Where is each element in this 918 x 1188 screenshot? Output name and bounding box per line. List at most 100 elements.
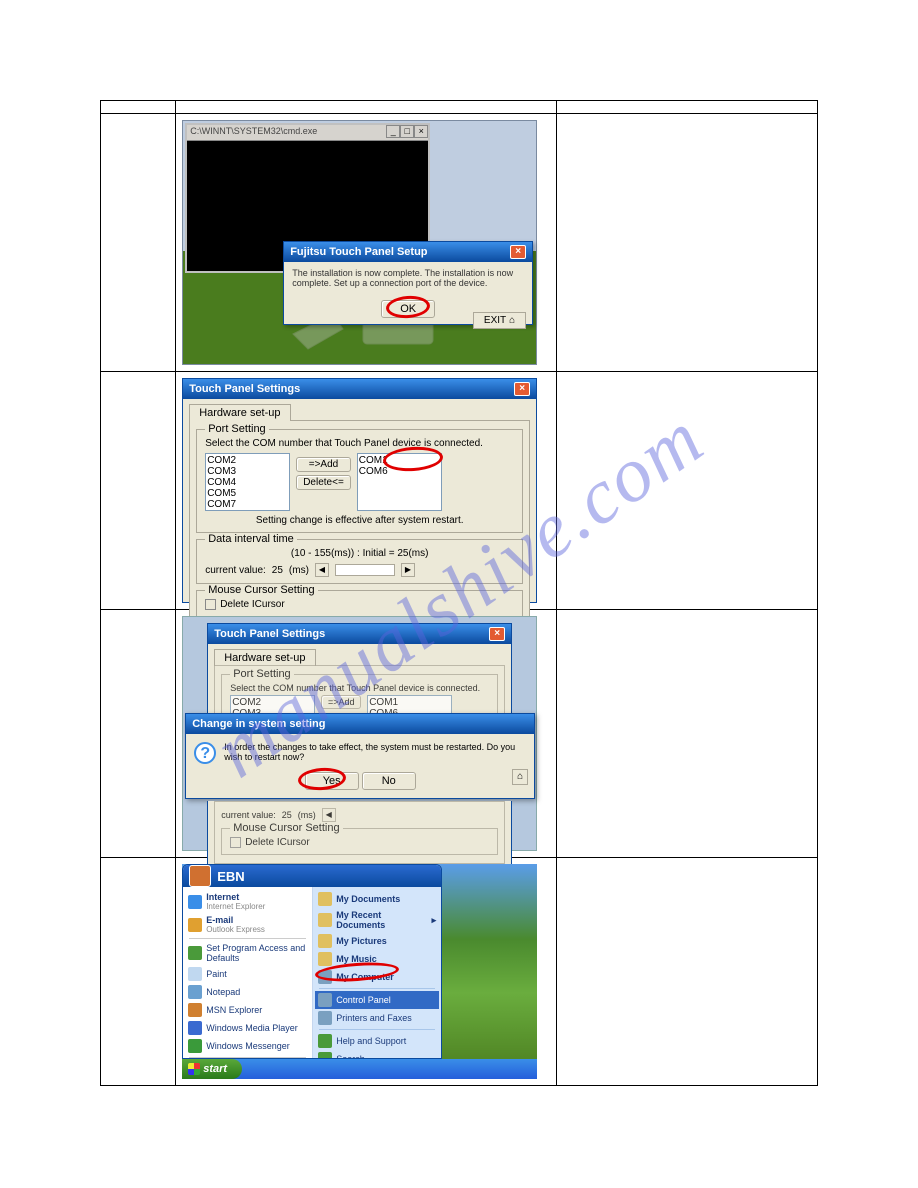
screenshot-start-menu: EBN InternetInternet ExplorerE-mailOutlo…: [182, 864, 537, 1079]
screenshot-cell: EBN InternetInternet ExplorerE-mailOutlo…: [176, 858, 557, 1086]
start-menu-item[interactable]: Paint: [185, 965, 310, 983]
home-icon[interactable]: ⌂: [512, 769, 528, 785]
yes-button[interactable]: Yes: [305, 772, 359, 790]
touch-panel-settings-window: Touch Panel Settings × Hardware set-up P…: [182, 378, 537, 603]
close-icon[interactable]: ×: [510, 245, 526, 259]
exit-button[interactable]: EXIT ⌂: [473, 312, 526, 329]
slider-right-icon[interactable]: ▶: [401, 563, 415, 577]
start-menu-item-control-panel[interactable]: Control Panel: [315, 991, 439, 1009]
delete-button[interactable]: Delete<=: [296, 475, 351, 490]
avatar: [189, 865, 211, 887]
tab-hardware-setup[interactable]: Hardware set-up: [214, 649, 315, 666]
folder-icon: [318, 934, 332, 948]
settings-panel: Port Setting Select the COM number that …: [189, 420, 530, 626]
current-label: current value:: [205, 565, 266, 576]
ok-button[interactable]: OK: [381, 300, 435, 318]
step-cell: [101, 372, 176, 610]
slider-left-icon[interactable]: ◀: [315, 563, 329, 577]
close-icon[interactable]: ×: [489, 627, 505, 641]
window-controls: _ □ ×: [386, 125, 428, 138]
delete-cursor-label: Delete ICursor: [220, 599, 284, 610]
home-icon: ⌂: [509, 315, 515, 326]
step-cell: [101, 114, 176, 372]
chevron-right-icon: ▸: [432, 915, 437, 926]
screenshot-cell: [176, 101, 557, 114]
start-menu: EBN InternetInternet ExplorerE-mailOutlo…: [182, 864, 442, 1059]
delete-cursor-checkbox[interactable]: [205, 599, 216, 610]
available-com-list[interactable]: COM2 COM3 COM4 COM5 COM7: [205, 453, 290, 511]
group-legend: Mouse Cursor Setting: [205, 584, 317, 596]
start-menu-item[interactable]: E-mailOutlook Express: [185, 913, 310, 936]
start-menu-item[interactable]: Search: [315, 1050, 439, 1059]
desc-cell: [557, 372, 818, 610]
group-legend: Mouse Cursor Setting: [230, 822, 342, 834]
screenshot-cell: Touch Panel Settings × Hardware set-up P…: [176, 372, 557, 610]
dialog-title: Touch Panel Settings: [189, 383, 300, 395]
start-menu-item[interactable]: InternetInternet Explorer: [185, 890, 310, 913]
step-cell: [101, 101, 176, 114]
start-menu-item[interactable]: My Documents: [315, 890, 439, 908]
port-instruction: Select the COM number that Touch Panel d…: [205, 438, 514, 449]
current-value: 25: [282, 810, 292, 820]
mouse-cursor-group: Mouse Cursor Setting Delete ICursor: [196, 590, 523, 617]
app-icon: [188, 1021, 202, 1035]
dialog-titlebar: Touch Panel Settings ×: [183, 379, 536, 399]
start-button[interactable]: start: [182, 1059, 242, 1079]
app-icon: [188, 895, 202, 909]
desc-cell: [557, 858, 818, 1086]
start-menu-item[interactable]: My Music: [315, 950, 439, 968]
app-icon: [188, 967, 202, 981]
dialog-title: Touch Panel Settings: [214, 628, 325, 640]
screenshot-cell: Touch Panel Settings × Hardware set-up P…: [176, 610, 557, 858]
dialog-titlebar: Fujitsu Touch Panel Setup ×: [284, 242, 532, 262]
start-menu-item[interactable]: My Computer: [315, 968, 439, 986]
system-restart-dialog: Change in system setting ? In order the …: [185, 713, 535, 799]
current-value: 25: [272, 565, 283, 576]
app-icon: [188, 985, 202, 999]
interval-range: (10 - 155(ms)) : Initial = 25(ms): [205, 548, 514, 559]
no-button[interactable]: No: [362, 772, 416, 790]
start-menu-item[interactable]: My Recent Documents▸: [315, 908, 439, 932]
delete-cursor-checkbox[interactable]: [230, 837, 241, 848]
close-icon[interactable]: ×: [514, 382, 530, 396]
minimize-icon[interactable]: _: [386, 125, 400, 138]
dialog-titlebar: Touch Panel Settings ×: [208, 624, 511, 644]
current-label: current value:: [221, 810, 276, 820]
start-menu-item[interactable]: Windows Messenger: [185, 1037, 310, 1055]
port-instruction: Select the COM number that Touch Panel d…: [230, 683, 489, 693]
mouse-cursor-group: Mouse Cursor Setting Delete ICursor: [221, 828, 498, 855]
start-menu-item[interactable]: Help and Support: [315, 1032, 439, 1050]
port-note: Setting change is effective after system…: [205, 515, 514, 526]
start-menu-right-pane: My DocumentsMy Recent Documents▸My Pictu…: [313, 887, 441, 1059]
start-menu-item[interactable]: Notepad: [185, 983, 310, 1001]
folder-icon: [318, 913, 332, 927]
folder-icon: [318, 1052, 332, 1059]
dialog-title: Change in system setting: [192, 718, 325, 730]
maximize-icon[interactable]: □: [400, 125, 414, 138]
data-interval-group: Data interval time (10 - 155(ms)) : Init…: [196, 539, 523, 584]
start-menu-item[interactable]: My Pictures: [315, 932, 439, 950]
add-button[interactable]: =>Add: [296, 457, 351, 472]
selected-com-list[interactable]: COM1 COM6: [357, 453, 442, 511]
screenshot-cell: C:\WINNT\SYSTEM32\cmd.exe _ □ × Fujitsu …: [176, 114, 557, 372]
start-menu-item[interactable]: Printers and Faxes: [315, 1009, 439, 1027]
app-icon: [188, 918, 202, 932]
folder-icon: [318, 1034, 332, 1048]
tab-hardware-setup[interactable]: Hardware set-up: [189, 404, 290, 421]
start-menu-item[interactable]: Windows Media Player: [185, 1019, 310, 1037]
dialog-title: Fujitsu Touch Panel Setup: [290, 246, 427, 258]
group-legend: Data interval time: [205, 533, 297, 545]
slider-left-icon[interactable]: ◀: [322, 808, 336, 822]
interval-slider[interactable]: [335, 564, 395, 576]
folder-icon: [318, 970, 332, 984]
start-menu-left-pane: InternetInternet ExplorerE-mailOutlook E…: [183, 887, 313, 1059]
start-menu-item[interactable]: MSN Explorer: [185, 1001, 310, 1019]
start-menu-item[interactable]: Set Program Access and Defaults: [185, 941, 310, 965]
start-menu-header: EBN: [183, 865, 441, 887]
add-button[interactable]: =>Add: [321, 695, 361, 709]
desc-cell: [557, 114, 818, 372]
windows-logo-icon: [188, 1063, 200, 1075]
close-icon[interactable]: ×: [414, 125, 428, 138]
desc-cell: [557, 610, 818, 858]
group-legend: Port Setting: [230, 668, 293, 680]
